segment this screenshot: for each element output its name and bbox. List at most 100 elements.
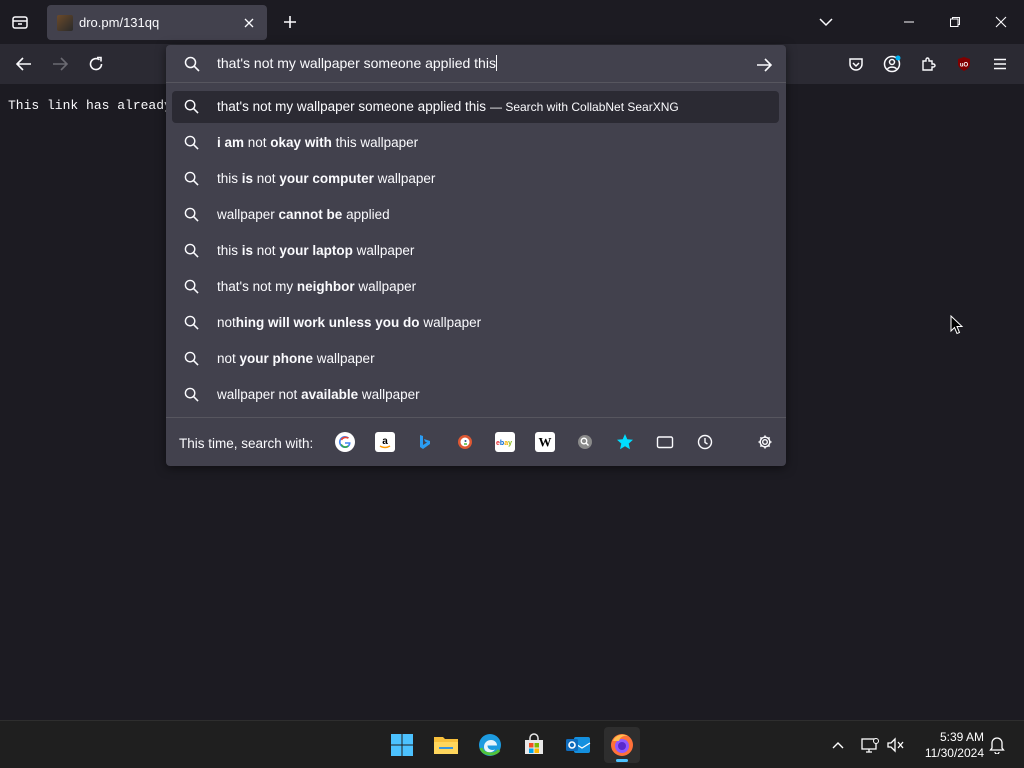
ebay-engine-button[interactable]: ebay — [495, 432, 515, 452]
tabs-search-button[interactable] — [655, 432, 675, 452]
chevron-down-icon — [819, 18, 833, 27]
svg-text:ebay: ebay — [496, 440, 512, 447]
google-engine-button[interactable] — [335, 432, 355, 452]
tab-icon — [656, 436, 674, 449]
clock-time: 5:39 AM — [939, 730, 984, 744]
tab-close-button[interactable] — [239, 13, 259, 33]
microsoft-store-button[interactable] — [516, 727, 552, 763]
suggestion-text-part: is — [241, 171, 254, 186]
suggestion-text-part: not — [253, 171, 280, 186]
searxng-engine-button[interactable] — [575, 432, 595, 452]
file-explorer-button[interactable] — [428, 727, 464, 763]
firefox-button[interactable] — [604, 727, 640, 763]
search-settings-button[interactable] — [755, 432, 775, 452]
search-icon — [184, 243, 199, 258]
active-app-indicator — [616, 759, 628, 762]
app-menu-button[interactable] — [987, 51, 1013, 77]
duckduckgo-engine-button[interactable] — [455, 432, 475, 452]
searxng-icon — [578, 435, 592, 449]
suggestion-item[interactable]: that's not my neighbor wallpaper — [172, 269, 779, 305]
tab-active[interactable]: dro.pm/131qq — [47, 5, 267, 40]
arrow-right-icon — [53, 57, 68, 71]
suggestion-heuristic[interactable]: that's not my wallpaper someone applied … — [172, 91, 779, 123]
bing-icon — [420, 435, 430, 449]
list-all-tabs-button[interactable] — [811, 8, 841, 36]
extensions-button[interactable] — [915, 51, 941, 77]
edge-icon — [479, 734, 501, 756]
tab-bar: dro.pm/131qq — [0, 0, 1024, 44]
plus-icon — [284, 16, 296, 28]
suggestion-text-part: that's not my — [217, 279, 297, 294]
suggestion-text-part: wallpaper — [217, 207, 279, 222]
close-window-button[interactable] — [986, 8, 1016, 36]
suggestion-text-part: not — [253, 243, 280, 258]
restore-icon — [950, 17, 960, 27]
suggestion-text-part: wallpaper — [352, 243, 415, 258]
suggestion-text: this is not your laptop wallpaper — [217, 243, 414, 258]
suggestion-text: that's not my neighbor wallpaper — [217, 279, 416, 294]
bookmarks-search-button[interactable] — [615, 432, 635, 452]
reload-button[interactable] — [83, 51, 109, 77]
suggestion-text-part: i am — [217, 135, 245, 150]
suggestion-item[interactable]: i am not okay with this wallpaper — [172, 125, 779, 161]
bing-engine-button[interactable] — [415, 432, 435, 452]
amazon-engine-button[interactable]: a — [375, 432, 395, 452]
suggestion-text-part: not — [217, 315, 236, 330]
minimize-button[interactable] — [894, 8, 924, 36]
svg-text:a: a — [382, 436, 388, 447]
suggestion-text-part: your laptop — [279, 243, 353, 258]
suggestion-text: that's not my wallpaper someone applied … — [217, 99, 679, 114]
suggestion-text-part: wallpaper not — [217, 387, 302, 402]
one-off-label: This time, search with: — [179, 436, 314, 451]
svg-text:uO: uO — [960, 63, 969, 69]
urlbar[interactable]: that's not my wallpaper someone applied … — [166, 45, 786, 83]
wikipedia-engine-button[interactable]: W — [535, 432, 555, 452]
forward-button[interactable] — [47, 51, 73, 77]
pocket-button[interactable] — [843, 51, 869, 77]
suggestion-text: this is not your computer wallpaper — [217, 171, 435, 186]
suggestion-text-part: your phone — [239, 351, 314, 366]
back-button[interactable] — [11, 51, 37, 77]
go-button[interactable] — [754, 55, 774, 75]
suggestion-item[interactable]: this is not your computer wallpaper — [172, 161, 779, 197]
system-clock[interactable]: 5:39 AM 11/30/2024 — [912, 729, 984, 761]
account-button[interactable] — [879, 51, 905, 77]
search-icon — [184, 135, 199, 150]
svg-text:W: W — [539, 435, 552, 450]
suggestion-item[interactable]: this is not your laptop wallpaper — [172, 233, 779, 269]
ublock-origin-button[interactable]: uO — [951, 51, 977, 77]
new-tab-button[interactable] — [278, 10, 302, 34]
suggestion-item[interactable]: nothing will work unless you do wallpape… — [172, 305, 779, 341]
search-icon — [184, 279, 199, 294]
store-icon — [525, 733, 543, 754]
suggestion-item[interactable]: wallpaper cannot be applied — [172, 197, 779, 233]
speaker-muted-icon — [887, 737, 904, 753]
firefox-icon — [611, 734, 633, 756]
start-button[interactable] — [384, 727, 420, 763]
network-button[interactable] — [858, 733, 882, 757]
suggestion-text-part: this — [217, 171, 242, 186]
suggestion-text: nothing will work unless you do wallpape… — [217, 315, 481, 330]
suggestion-text-part: wallpaper — [313, 351, 375, 366]
outlook-icon — [566, 737, 591, 753]
edge-button[interactable] — [472, 727, 508, 763]
taskbar: 5:39 AM 11/30/2024 — [0, 720, 1024, 768]
history-search-button[interactable] — [695, 432, 715, 452]
suggestion-text-part: applied — [342, 207, 390, 222]
urlbar-input[interactable]: that's not my wallpaper someone applied … — [217, 55, 497, 71]
suggestion-item[interactable]: not your phone wallpaper — [172, 341, 779, 377]
notifications-button[interactable] — [985, 733, 1009, 757]
suggestion-list: that's not my wallpaper someone applied … — [172, 91, 779, 413]
suggestion-text: wallpaper cannot be applied — [217, 207, 390, 222]
show-hidden-icons-button[interactable] — [826, 733, 850, 757]
wikipedia-icon: W — [539, 435, 552, 450]
restore-button[interactable] — [940, 8, 970, 36]
ublock-icon: uO — [958, 57, 970, 71]
tab-list-button[interactable] — [6, 10, 34, 34]
ebay-icon: ebay — [496, 440, 512, 447]
volume-button[interactable] — [884, 733, 908, 757]
outlook-button[interactable] — [560, 727, 596, 763]
suggestion-item[interactable]: wallpaper not available wallpaper — [172, 377, 779, 413]
search-icon — [184, 315, 199, 330]
suggestion-text-part: is — [241, 243, 254, 258]
